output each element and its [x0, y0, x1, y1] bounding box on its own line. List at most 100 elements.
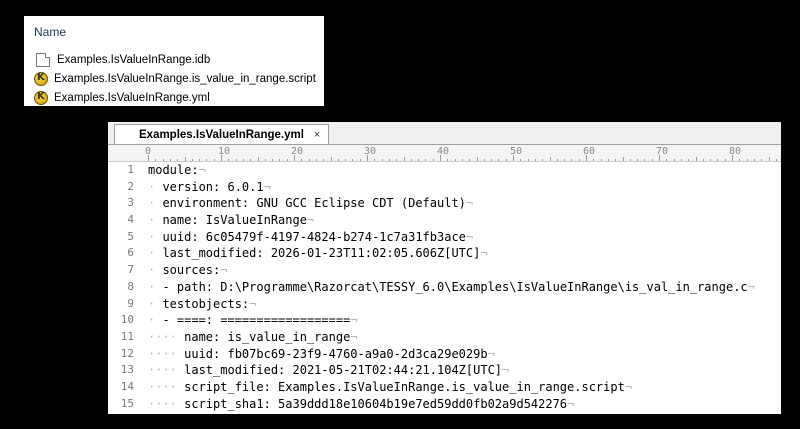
ruler-tick [549, 157, 551, 161]
ruler-tick [527, 159, 529, 161]
line-text: · - path: D:\Programme\Razorcat\TESSY_6.… [148, 279, 755, 294]
ruler-tick [221, 155, 222, 161]
ruler-tick [746, 159, 748, 161]
line-number: 6 [127, 246, 134, 260]
line-number: 3 [127, 196, 134, 210]
ruler-label: 70 [656, 146, 669, 157]
ruler-tick [586, 155, 587, 161]
line-number: 7 [127, 263, 134, 277]
line-text: · uuid: 6c05479f-4197-4824-b274-1c7a31fb… [148, 229, 474, 244]
ruler-tick [651, 159, 653, 161]
ruler-tick [403, 157, 405, 161]
line-number: 14 [120, 379, 134, 393]
ruler-tick [206, 159, 208, 161]
ruler-label: 40 [437, 146, 450, 157]
ruler-tick [607, 159, 609, 161]
ruler-tick [673, 159, 675, 161]
tab-title: Examples.IsValueInRange.yml [139, 128, 304, 141]
ruler-tick [272, 159, 274, 161]
ruler-tick [644, 159, 646, 161]
ruler-tick [352, 159, 354, 161]
file-item-yml[interactable]: Examples.IsValueInRange.yml [34, 89, 210, 107]
ruler-label: 50 [510, 146, 523, 157]
ruler-tick [578, 159, 580, 161]
code-line: 4 · name: IsValueInRange¬ [108, 212, 781, 229]
text-editor-window: Examples.IsValueInRange.yml × 0 10 20 30 40 5… [108, 122, 781, 414]
ruler-tick [491, 159, 493, 161]
line-text: · sources:¬ [148, 263, 228, 278]
ruler-tick [432, 159, 434, 161]
ruler-tick [374, 159, 376, 161]
ruler-tick [213, 159, 215, 161]
ruler-tick [461, 159, 463, 161]
ruler-tick [659, 155, 660, 161]
code-line: 6 · last_modified: 2026-01-23T11:02:05.60… [108, 245, 781, 262]
ruler-tick [695, 157, 697, 161]
ruler-tick [177, 159, 179, 161]
ruler-tick [768, 157, 770, 161]
line-number: 11 [120, 329, 134, 343]
line-number: 9 [127, 296, 134, 310]
ruler-tick [155, 159, 157, 161]
ruler-tick [688, 159, 690, 161]
ruler-tick [520, 159, 522, 161]
file-name: Examples.IsValueInRange.is_value_in_rang… [54, 73, 316, 85]
ruler-tick [257, 157, 259, 161]
line-text: ···· script_file: Examples.IsValueInRang… [148, 379, 633, 394]
name-column-header[interactable]: Name [24, 20, 324, 44]
file-item-script[interactable]: Examples.IsValueInRange.is_value_in_rang… [34, 70, 316, 88]
ruler-tick [615, 159, 617, 161]
ruler-tick [396, 159, 398, 161]
ruler-tick [250, 159, 252, 161]
ruler-tick [447, 159, 449, 161]
ruler-tick [454, 159, 456, 161]
ruler-tick [162, 159, 164, 161]
line-number: 5 [127, 229, 134, 243]
ruler-tick [359, 159, 361, 161]
ruler-tick [410, 159, 412, 161]
line-number: 4 [127, 213, 134, 227]
tessy-app-icon [34, 72, 48, 86]
line-text: · testobjects:¬ [148, 296, 257, 311]
tessy-app-icon [34, 91, 48, 105]
ruler-tick [761, 159, 763, 161]
close-icon[interactable]: × [314, 125, 320, 145]
line-text: ···· name: is_value_in_range¬ [148, 329, 358, 344]
line-text: · name: IsValueInRange¬ [148, 213, 315, 228]
ruler-tick [505, 159, 507, 161]
code-line: 12 ···· uuid: fb07bc69-23f9-4760-a9a0-2d3… [108, 346, 781, 363]
line-number: 15 [120, 396, 134, 410]
ruler-tick [418, 159, 420, 161]
ruler-tick [294, 155, 295, 161]
column-ruler: 0 10 20 30 40 50 60 70 80 [108, 145, 781, 162]
ruler-label: 80 [729, 146, 742, 157]
ruler-tick [600, 159, 602, 161]
ruler-tick [191, 159, 193, 161]
ruler-label: 30 [364, 146, 377, 157]
ruler-label: 60 [583, 146, 596, 157]
ruler-tick [286, 159, 288, 161]
ruler-tick [717, 159, 719, 161]
code-line: 10 · - ====: ==================¬ [108, 312, 781, 329]
ruler-tick [680, 159, 682, 161]
ruler-tick [710, 159, 712, 161]
code-area[interactable]: 1 module:¬ 2 · version: 6.0.1¬ 3 · environm… [108, 162, 781, 414]
code-line: 9 · testobjects:¬ [108, 296, 781, 313]
ruler-tick [775, 159, 777, 161]
tab-yml-file[interactable]: Examples.IsValueInRange.yml × [114, 124, 330, 145]
ruler-tick [629, 159, 631, 161]
line-text: · version: 6.0.1¬ [148, 179, 271, 194]
line-text: · environment: GNU GCC Eclipse CDT (Defa… [148, 196, 474, 211]
code-line: 1 module:¬ [108, 162, 781, 179]
line-number: 8 [127, 279, 134, 293]
code-line: 5 · uuid: 6c05479f-4197-4824-b274-1c7a31f… [108, 229, 781, 246]
ruler-tick [476, 157, 478, 161]
ruler-tick [593, 159, 595, 161]
code-line: 7 · sources:¬ [108, 262, 781, 279]
file-item-idb[interactable]: Examples.IsValueInRange.idb [34, 51, 210, 69]
ruler-tick [315, 159, 317, 161]
ruler-label: 20 [291, 146, 304, 157]
ruler-tick [148, 155, 149, 161]
ruler-tick [169, 159, 171, 161]
ruler-tick [308, 159, 310, 161]
